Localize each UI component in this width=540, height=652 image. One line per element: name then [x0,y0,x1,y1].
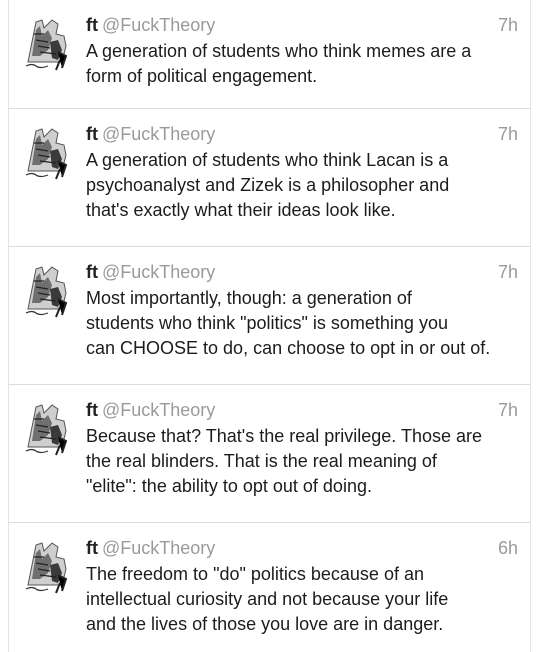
tweet-content: ft @FuckTheory 7h Because that? That's th… [86,399,518,499]
engraving-figures-avatar-icon [22,539,74,595]
tweet-timestamp[interactable]: 7h [498,261,518,283]
engraving-figures-avatar-icon [22,263,74,319]
author-name[interactable]: ft [86,538,98,558]
tweet-header: ft @FuckTheory [86,537,518,559]
tweet-timestamp[interactable]: 6h [498,537,518,559]
tweet-item[interactable]: ft @FuckTheory 6h The freedom to "do" pol… [9,523,530,652]
author-name[interactable]: ft [86,124,98,144]
tweet-content: ft @FuckTheory 7h Most importantly, thoug… [86,261,518,361]
tweet-text: Because that? That's the real privilege.… [86,426,483,496]
avatar[interactable] [22,263,74,319]
author-name[interactable]: ft [86,400,98,420]
tweet-content: ft @FuckTheory 7h A generation of student… [86,14,518,89]
tweet-text: The freedom to "do" politics because of … [86,564,449,634]
tweet-timestamp[interactable]: 7h [498,399,518,421]
tweet-item[interactable]: ft @FuckTheory 7h Because that? That's th… [9,385,530,523]
tweet-text: Most importantly, though: a generation o… [86,288,491,358]
tweet-item[interactable]: ft @FuckTheory 7h A generation of student… [9,0,530,109]
tweet-header: ft @FuckTheory [86,399,518,421]
avatar[interactable] [22,539,74,595]
author-handle[interactable]: @FuckTheory [102,124,215,144]
author-handle[interactable]: @FuckTheory [102,538,215,558]
tweet-text: A generation of students who think memes… [86,41,472,86]
tweet-feed: ft @FuckTheory 7h A generation of student… [8,0,531,652]
engraving-figures-avatar-icon [22,401,74,457]
tweet-item[interactable]: ft @FuckTheory 7h Most importantly, thoug… [9,247,530,385]
author-name[interactable]: ft [86,262,98,282]
tweet-header: ft @FuckTheory [86,123,518,145]
author-handle[interactable]: @FuckTheory [102,262,215,282]
avatar[interactable] [22,125,74,181]
engraving-figures-avatar-icon [22,16,74,72]
tweet-content: ft @FuckTheory 6h The freedom to "do" pol… [86,537,518,637]
tweet-content: ft @FuckTheory 7h A generation of student… [86,123,518,223]
engraving-figures-avatar-icon [22,125,74,181]
author-handle[interactable]: @FuckTheory [102,15,215,35]
tweet-timestamp[interactable]: 7h [498,14,518,36]
avatar[interactable] [22,401,74,457]
author-handle[interactable]: @FuckTheory [102,400,215,420]
avatar[interactable] [22,16,74,72]
tweet-header: ft @FuckTheory [86,261,518,283]
tweet-header: ft @FuckTheory [86,14,518,36]
tweet-item[interactable]: ft @FuckTheory 7h A generation of student… [9,109,530,247]
tweet-timestamp[interactable]: 7h [498,123,518,145]
tweet-text: A generation of students who think Lacan… [86,150,450,220]
author-name[interactable]: ft [86,15,98,35]
